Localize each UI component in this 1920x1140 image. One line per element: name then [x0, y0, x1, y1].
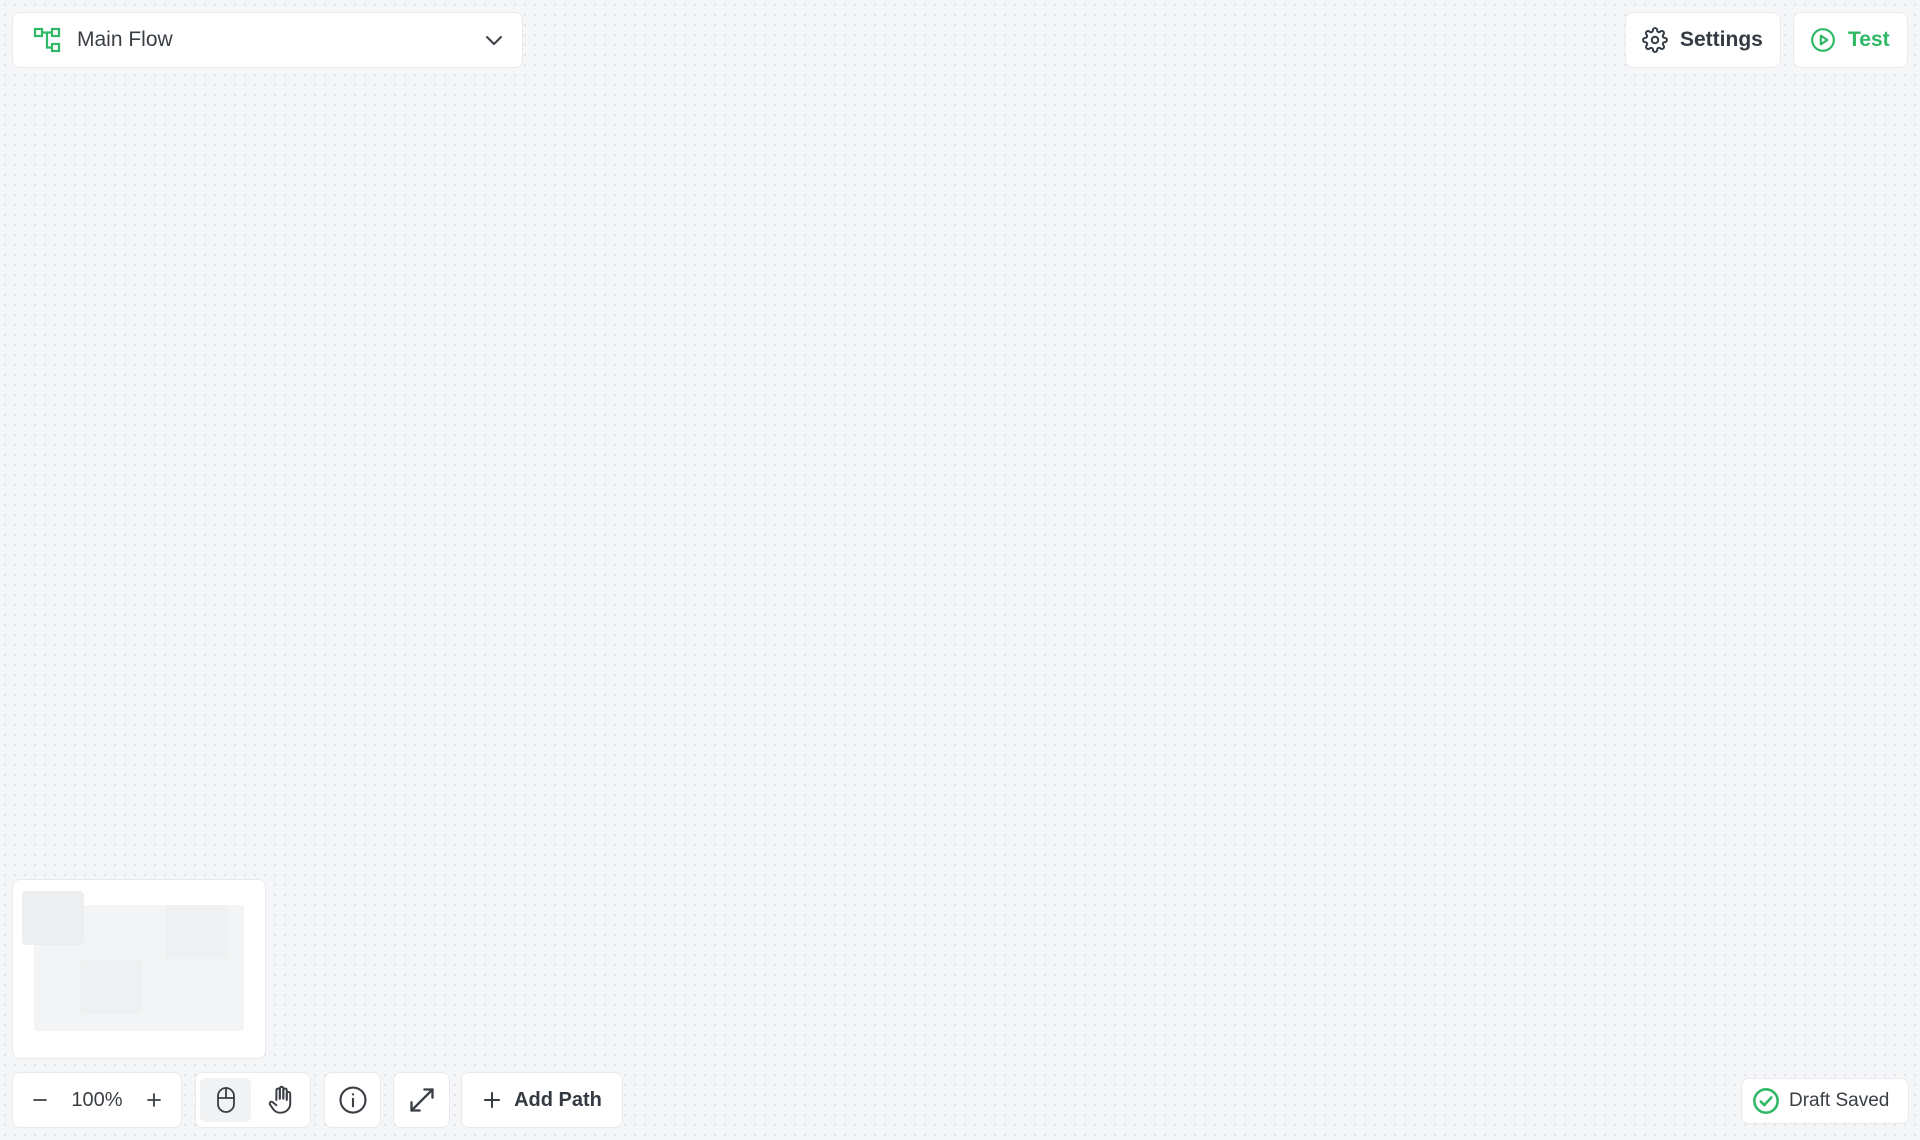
mouse-icon	[215, 1086, 237, 1114]
flow-diagram-icon	[33, 26, 63, 54]
minimap-node	[80, 960, 142, 1014]
add-path-button[interactable]: Add Path	[461, 1072, 623, 1128]
add-path-label: Add Path	[514, 1088, 602, 1111]
minus-icon[interactable]	[27, 1087, 53, 1113]
minimap[interactable]	[12, 879, 266, 1059]
interaction-mode-controls	[195, 1072, 311, 1128]
flow-name-label: Main Flow	[77, 28, 173, 51]
save-status-label: Draft Saved	[1789, 1090, 1890, 1111]
plus-icon[interactable]	[141, 1087, 167, 1113]
check-circle-icon	[1752, 1087, 1780, 1115]
info-button[interactable]	[324, 1072, 381, 1128]
gear-icon	[1642, 27, 1668, 53]
flow-selector-dropdown[interactable]: Main Flow	[12, 12, 523, 68]
flow-canvas[interactable]: Main Flow Settings Test 100% Add Path Dr…	[0, 0, 1920, 1140]
test-label: Test	[1848, 28, 1890, 51]
zoom-level: 100%	[71, 1088, 123, 1111]
plus-icon	[482, 1090, 502, 1110]
chevron-down-icon	[484, 30, 504, 50]
expand-arrows-icon	[408, 1086, 436, 1114]
fit-view-button[interactable]	[393, 1072, 450, 1128]
hand-icon	[267, 1085, 295, 1115]
settings-label: Settings	[1680, 28, 1763, 51]
info-icon	[338, 1085, 368, 1115]
settings-button[interactable]: Settings	[1625, 12, 1781, 68]
minimap-node	[22, 891, 84, 945]
play-circle-icon	[1810, 27, 1836, 53]
zoom-controls: 100%	[12, 1072, 182, 1128]
minimap-node	[166, 905, 228, 959]
select-mode-button[interactable]	[200, 1078, 251, 1122]
pan-mode-button[interactable]	[255, 1078, 306, 1122]
test-button[interactable]: Test	[1793, 12, 1908, 68]
save-status-badge: Draft Saved	[1741, 1078, 1909, 1124]
